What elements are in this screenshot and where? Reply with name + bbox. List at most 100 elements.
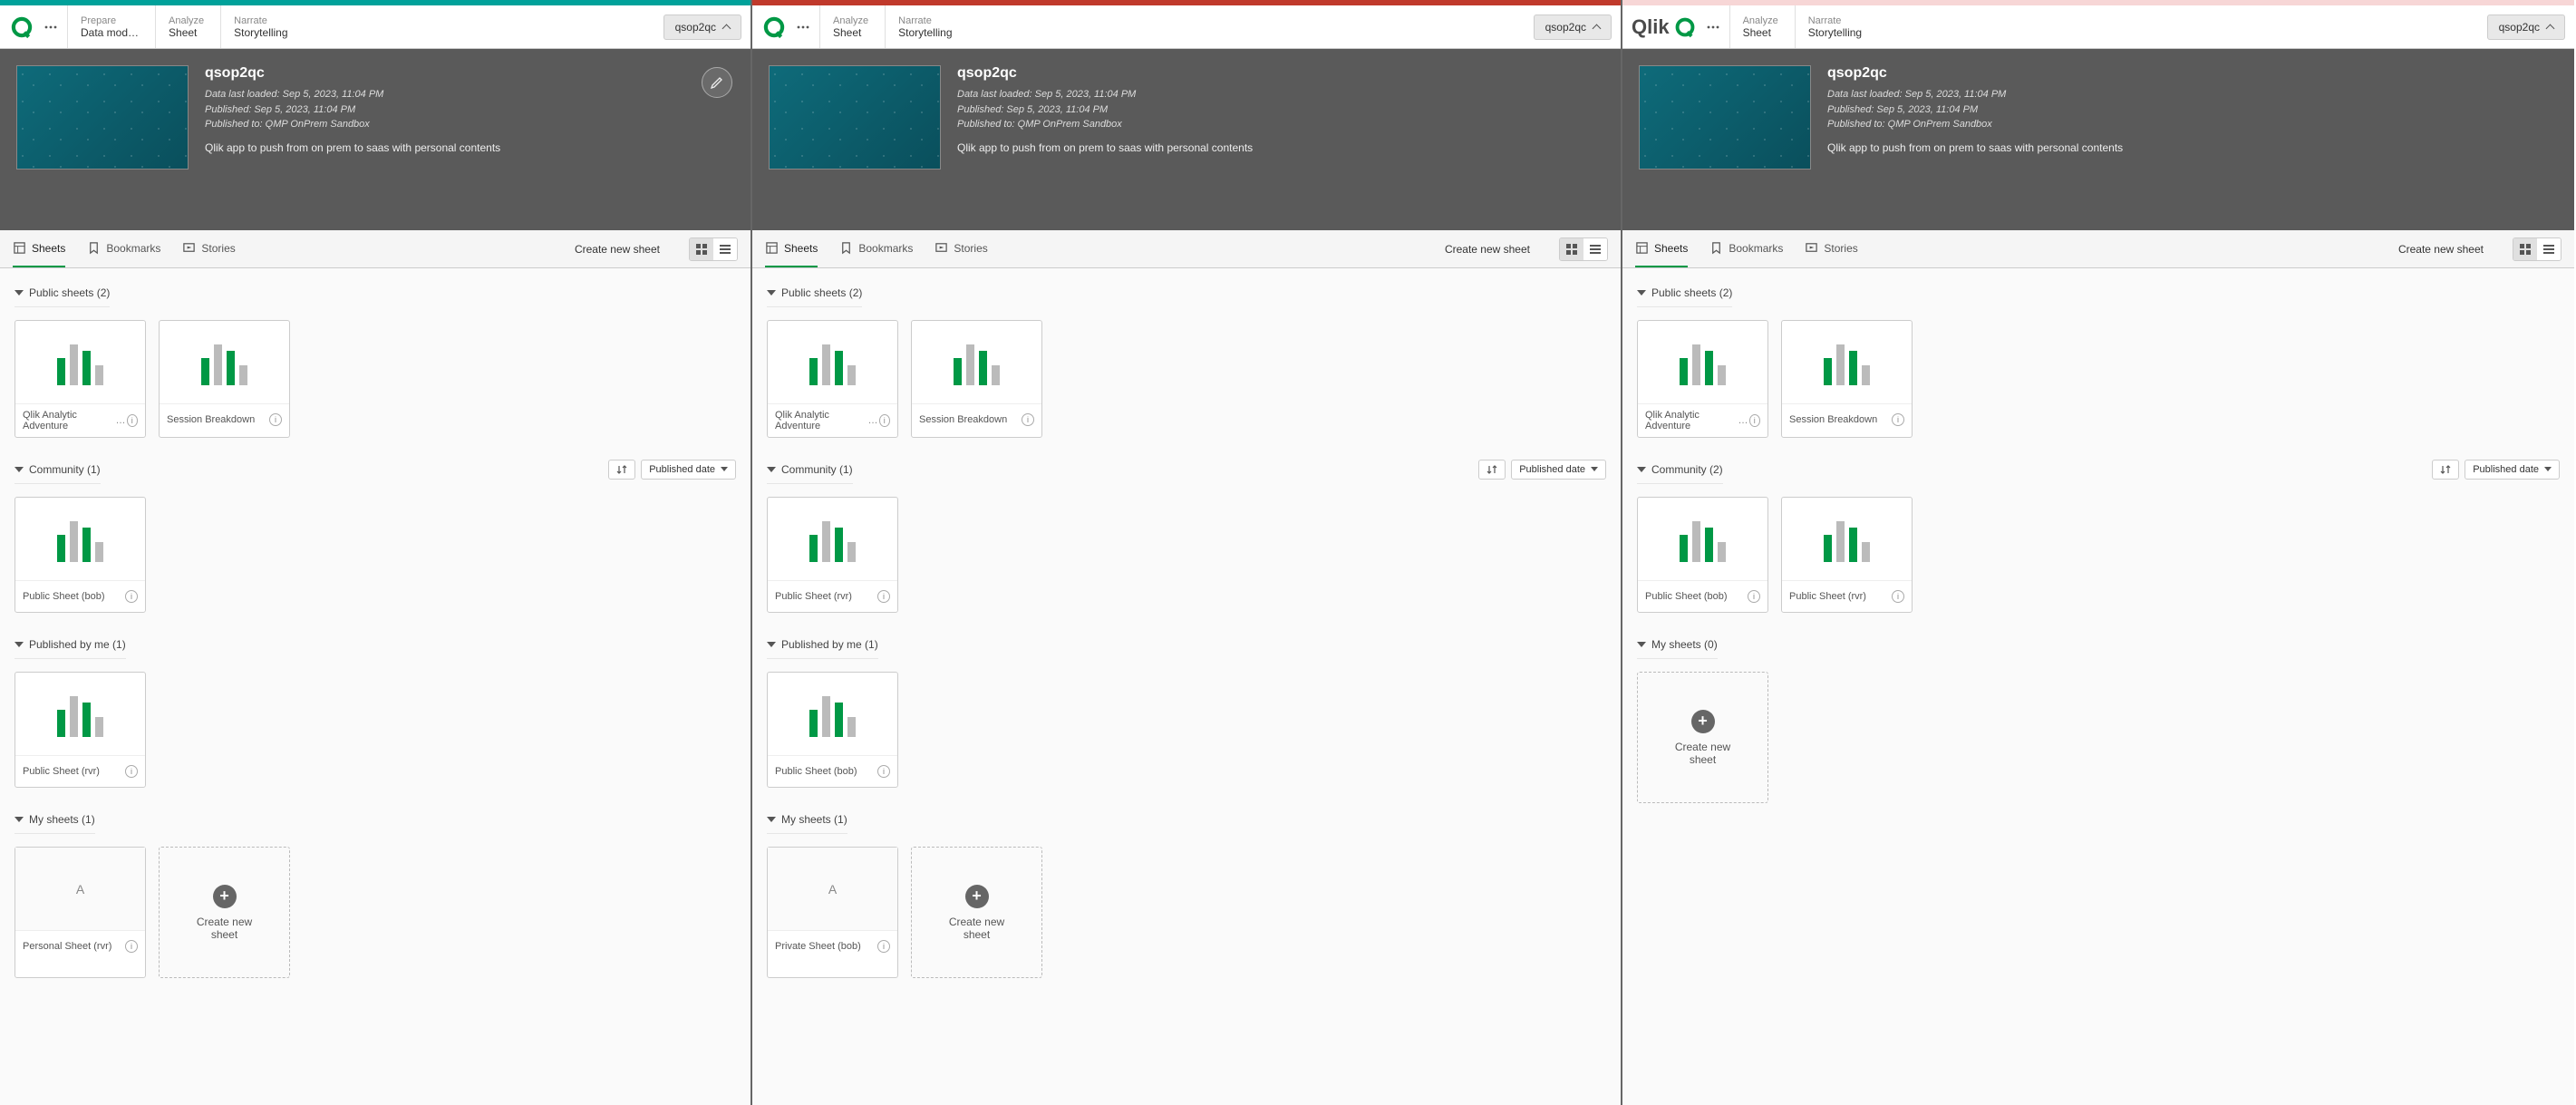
- create-sheet-card[interactable]: + Create newsheet: [159, 847, 290, 978]
- sheet-card[interactable]: A Personal Sheet (rvr) i: [15, 847, 146, 978]
- sheet-card[interactable]: Qlik Analytic Adventure … i: [1637, 320, 1768, 438]
- card-more-icon[interactable]: …: [116, 415, 127, 426]
- grid-view-button[interactable]: [2513, 238, 2537, 260]
- sheets-icon: [765, 241, 779, 255]
- create-sheet-card[interactable]: + Create newsheet: [911, 847, 1042, 978]
- info-icon[interactable]: i: [879, 414, 891, 427]
- info-icon[interactable]: i: [269, 413, 282, 426]
- sheet-card[interactable]: Qlik Analytic Adventure … i: [15, 320, 146, 438]
- create-new-sheet-link[interactable]: Create new sheet: [567, 239, 667, 259]
- section-header[interactable]: My sheets (1): [767, 804, 847, 834]
- card-more-icon[interactable]: …: [868, 415, 879, 426]
- tab-bookmarks[interactable]: Bookmarks: [1709, 230, 1783, 267]
- section-header[interactable]: Community (2): [1637, 454, 1723, 484]
- sheet-card[interactable]: Public Sheet (rvr) i: [1781, 497, 1913, 613]
- info-icon[interactable]: i: [127, 414, 139, 427]
- sheet-card[interactable]: Public Sheet (rvr) i: [15, 672, 146, 788]
- sort-order-button[interactable]: [608, 460, 635, 480]
- nav-prepare[interactable]: PrepareData mod…: [67, 5, 151, 48]
- sheet-card[interactable]: A Private Sheet (bob) i: [767, 847, 898, 978]
- create-sheet-card[interactable]: + Create newsheet: [1637, 672, 1768, 803]
- collapse-triangle-icon: [15, 642, 24, 647]
- sort-order-button[interactable]: [2432, 460, 2459, 480]
- app-crumb-button[interactable]: qsop2qc: [663, 15, 741, 40]
- sheet-card[interactable]: Public Sheet (bob) i: [767, 672, 898, 788]
- info-icon[interactable]: i: [877, 590, 890, 603]
- sheet-card[interactable]: Public Sheet (bob) i: [15, 497, 146, 613]
- section-title: Published by me (1): [29, 638, 126, 651]
- list-view-button[interactable]: [2537, 238, 2561, 260]
- create-new-sheet-link[interactable]: Create new sheet: [2391, 239, 2491, 259]
- create-sheet-label: Create newsheet: [197, 916, 252, 941]
- section-header[interactable]: Community (1): [767, 454, 853, 484]
- nav-analyze[interactable]: AnalyzeSheet: [155, 5, 217, 48]
- nav-analyze[interactable]: AnalyzeSheet: [1729, 5, 1791, 48]
- info-icon[interactable]: i: [125, 940, 138, 953]
- sort-field-dropdown[interactable]: Published date: [2465, 460, 2560, 480]
- section-header[interactable]: My sheets (0): [1637, 629, 1718, 659]
- section-header[interactable]: Published by me (1): [15, 629, 126, 659]
- sort-order-button[interactable]: [1478, 460, 1506, 480]
- list-view-icon: [719, 243, 731, 256]
- sheet-card-title: Personal Sheet (rvr): [23, 941, 111, 952]
- info-icon[interactable]: i: [877, 940, 890, 953]
- section-header[interactable]: Public sheets (2): [15, 277, 110, 307]
- qlik-q-icon: [1673, 15, 1697, 39]
- list-view-button[interactable]: [713, 238, 737, 260]
- info-icon[interactable]: i: [1892, 590, 1904, 603]
- global-menu-button[interactable]: [1700, 15, 1726, 40]
- tab-bookmarks[interactable]: Bookmarks: [87, 230, 160, 267]
- section-header[interactable]: Public sheets (2): [1637, 277, 1732, 307]
- sheet-card[interactable]: Session Breakdown i: [159, 320, 290, 438]
- create-new-sheet-link[interactable]: Create new sheet: [1438, 239, 1537, 259]
- sheet-chart-thumb: [1638, 498, 1767, 581]
- global-menu-button[interactable]: [38, 15, 63, 40]
- tab-sheets[interactable]: Sheets: [1635, 230, 1688, 267]
- nav-narrate[interactable]: NarrateStorytelling: [220, 5, 300, 48]
- tab-sheets[interactable]: Sheets: [765, 230, 818, 267]
- bookmarks-icon: [839, 241, 853, 255]
- bookmarks-icon: [1709, 241, 1723, 255]
- section-header[interactable]: Published by me (1): [767, 629, 878, 659]
- sheet-card[interactable]: Session Breakdown i: [911, 320, 1042, 438]
- section-header[interactable]: Public sheets (2): [767, 277, 862, 307]
- sheet-card[interactable]: Public Sheet (bob) i: [1637, 497, 1768, 613]
- app-crumb-button[interactable]: qsop2qc: [1534, 15, 1612, 40]
- section-header[interactable]: My sheets (1): [15, 804, 95, 834]
- tab-sheets[interactable]: Sheets: [13, 230, 65, 267]
- info-icon[interactable]: i: [1022, 413, 1034, 426]
- sheet-card[interactable]: Session Breakdown i: [1781, 320, 1913, 438]
- info-icon[interactable]: i: [1748, 590, 1760, 603]
- list-view-button[interactable]: [1583, 238, 1607, 260]
- global-menu-button[interactable]: [790, 15, 816, 40]
- nav-narrate[interactable]: NarrateStorytelling: [885, 5, 964, 48]
- info-icon[interactable]: i: [877, 765, 890, 778]
- card-more-icon[interactable]: …: [1738, 415, 1749, 426]
- info-icon[interactable]: i: [125, 765, 138, 778]
- section-title: Public sheets (2): [1651, 286, 1732, 299]
- tab-stories[interactable]: Stories: [182, 230, 235, 267]
- sort-field-dropdown[interactable]: Published date: [1511, 460, 1606, 480]
- collapse-triangle-icon: [15, 290, 24, 296]
- sheet-card-title: Session Breakdown: [919, 414, 1007, 425]
- sheet-card[interactable]: Public Sheet (rvr) i: [767, 497, 898, 613]
- info-icon[interactable]: i: [125, 590, 138, 603]
- grid-view-button[interactable]: [1560, 238, 1583, 260]
- tab-bookmarks[interactable]: Bookmarks: [839, 230, 913, 267]
- grid-view-button[interactable]: [690, 238, 713, 260]
- info-icon[interactable]: i: [1892, 413, 1904, 426]
- nav-analyze[interactable]: AnalyzeSheet: [819, 5, 881, 48]
- app-crumb-button[interactable]: qsop2qc: [2487, 15, 2565, 40]
- sheet-card-title: Qlik Analytic Adventure: [775, 410, 865, 431]
- sheet-chart-thumb: [160, 321, 289, 404]
- info-icon[interactable]: i: [1749, 414, 1761, 427]
- app-meta: Data last loaded: Sep 5, 2023, 11:04 PMP…: [205, 87, 500, 132]
- tab-stories[interactable]: Stories: [935, 230, 987, 267]
- sheet-card[interactable]: Qlik Analytic Adventure … i: [767, 320, 898, 438]
- sort-field-dropdown[interactable]: Published date: [641, 460, 736, 480]
- section-header[interactable]: Community (1): [15, 454, 101, 484]
- nav-narrate[interactable]: NarrateStorytelling: [1795, 5, 1874, 48]
- edit-app-details-button[interactable]: [702, 67, 732, 98]
- tab-stories[interactable]: Stories: [1805, 230, 1857, 267]
- app-description: Qlik app to push from on prem to saas wi…: [205, 141, 500, 154]
